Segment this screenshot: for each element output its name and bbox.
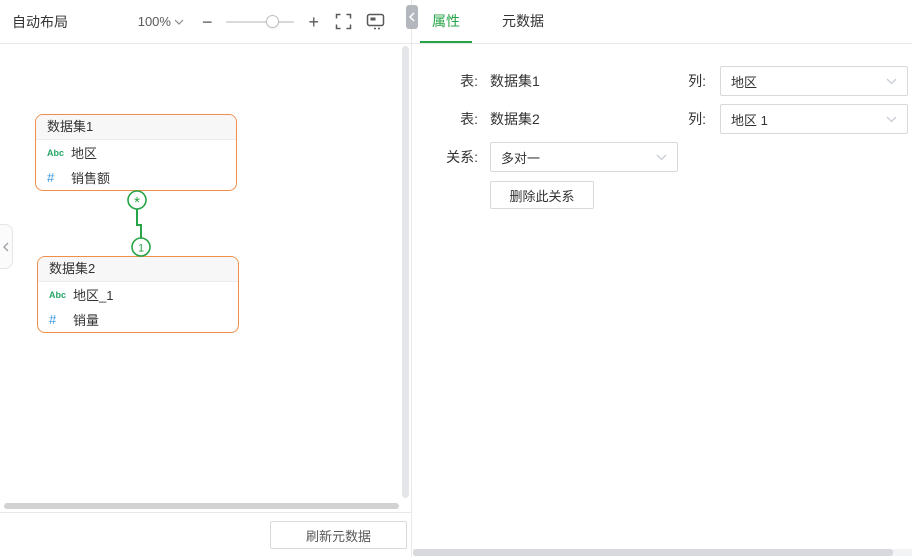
panel-horizontal-scrollbar-track[interactable] <box>413 549 912 556</box>
zoom-in-button[interactable]: + <box>306 13 321 31</box>
number-type-icon: # <box>49 312 57 327</box>
column-select-1[interactable]: 地区 <box>720 66 908 96</box>
dataset-field[interactable]: Abc 地区_1 <box>38 282 238 307</box>
dataset-card-title[interactable]: 数据集2 <box>38 257 238 282</box>
one-cardinality-badge: 1 <box>138 243 144 255</box>
relationship-editor: 自动布局 100% − + 数据集1 Abc 地区 # 销售额 数据集2 Abc… <box>0 0 912 557</box>
column-select-value: 地区 <box>731 74 758 90</box>
relationship-canvas[interactable]: 数据集1 Abc 地区 # 销售额 数据集2 Abc 地区_1 # 销量 * 1 <box>0 44 411 512</box>
fit-view-button[interactable] <box>335 13 352 30</box>
table-label: 表: <box>460 73 478 89</box>
field-name: 地区_1 <box>73 288 114 303</box>
string-type-icon: Abc <box>49 289 67 300</box>
zoom-controls: 100% − + <box>138 13 385 31</box>
collapse-right-panel-button[interactable] <box>406 5 418 29</box>
chevron-down-icon <box>886 116 897 122</box>
relation-type-select[interactable]: 多对一 <box>490 142 678 172</box>
canvas-pane: 自动布局 100% − + 数据集1 Abc 地区 # 销售额 数据集2 Abc… <box>0 0 412 557</box>
delete-row: 删除此关系 <box>490 181 912 209</box>
refresh-metadata-button[interactable]: 刷新元数据 <box>270 521 407 549</box>
mapping-row-1: 表: 数据集1 列: 地区 <box>440 66 912 96</box>
chevron-down-icon <box>174 19 184 25</box>
chevron-down-icon <box>886 78 897 84</box>
relation-label: 关系: <box>446 149 478 165</box>
column-group: 列: 地区 <box>688 66 912 96</box>
zoom-slider-handle[interactable] <box>265 14 279 28</box>
column-select-2[interactable]: 地区 1 <box>720 104 908 134</box>
properties-pane: 属性 元数据 表: 数据集1 列: 地区 表: 数据集2 列: 地区 1 关系:… <box>412 0 912 557</box>
field-name: 地区 <box>71 146 98 161</box>
zoom-slider[interactable] <box>226 14 295 28</box>
canvas-toolbar: 自动布局 100% − + <box>0 0 411 44</box>
properties-form: 表: 数据集1 列: 地区 表: 数据集2 列: 地区 1 关系: 多对一 删除… <box>412 44 912 557</box>
table-value: 数据集2 <box>490 111 540 127</box>
dataset-field[interactable]: Abc 地区 <box>36 140 236 165</box>
chevron-left-icon <box>409 12 415 22</box>
minimap-toggle-button[interactable] <box>366 13 385 30</box>
column-label: 列: <box>688 111 706 127</box>
string-type-icon: Abc <box>47 147 65 158</box>
many-cardinality-badge: * <box>134 194 140 211</box>
column-group: 列: 地区 1 <box>688 104 912 134</box>
properties-tabbar: 属性 元数据 <box>412 0 912 44</box>
chevron-down-icon <box>656 154 667 160</box>
auto-layout-button[interactable]: 自动布局 <box>12 12 68 32</box>
delete-relation-button[interactable]: 删除此关系 <box>490 181 594 209</box>
zoom-out-button[interactable]: − <box>200 13 215 31</box>
tab-properties[interactable]: 属性 <box>420 0 472 43</box>
dataset-field[interactable]: # 销售额 <box>36 165 236 190</box>
panel-horizontal-scrollbar-thumb[interactable] <box>413 549 893 556</box>
canvas-footer: 刷新元数据 <box>0 512 411 557</box>
chevron-left-icon <box>3 242 9 251</box>
number-type-icon: # <box>47 170 55 185</box>
dataset-card-1[interactable]: 数据集1 Abc 地区 # 销售额 <box>35 114 237 191</box>
collapse-left-panel-button[interactable] <box>0 224 13 269</box>
canvas-horizontal-scrollbar[interactable] <box>4 503 399 509</box>
field-name: 销售额 <box>71 171 111 186</box>
tab-metadata[interactable]: 元数据 <box>490 0 556 43</box>
relation-select-value: 多对一 <box>501 150 541 166</box>
zoom-level-value: 100% <box>137 14 171 29</box>
column-label: 列: <box>688 73 706 89</box>
dataset-card-2[interactable]: 数据集2 Abc 地区_1 # 销量 <box>37 256 239 333</box>
mapping-row-2: 表: 数据集2 列: 地区 1 <box>440 104 912 134</box>
table-value: 数据集1 <box>490 73 540 89</box>
dataset-field[interactable]: # 销量 <box>38 307 238 332</box>
zoom-level-dropdown[interactable]: 100% <box>138 14 184 29</box>
table-label: 表: <box>460 111 478 127</box>
relation-row: 关系: 多对一 <box>440 142 912 172</box>
fullscreen-icon <box>335 13 352 30</box>
canvas-vertical-scrollbar[interactable] <box>402 46 409 498</box>
dataset-card-title[interactable]: 数据集1 <box>36 115 236 140</box>
column-select-value: 地区 1 <box>731 112 768 128</box>
field-name: 销量 <box>73 313 100 328</box>
minimap-icon <box>366 13 385 30</box>
